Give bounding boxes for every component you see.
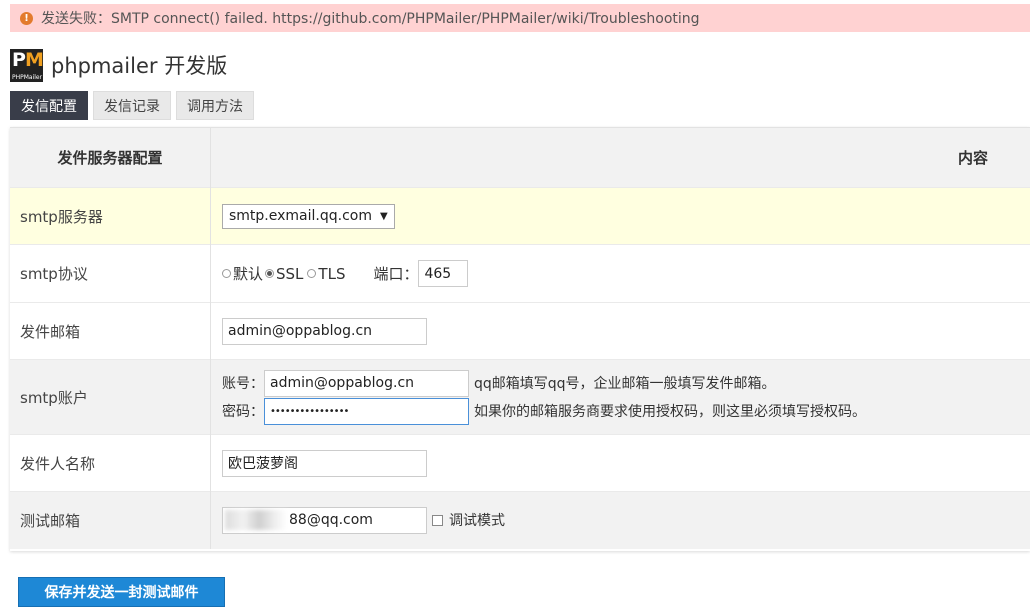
config-table: 发件服务器配置 内容 smtp服务器 smtp.exmail.qq.com ▼ … (10, 128, 1030, 549)
tab-bar: 发信配置 发信记录 调用方法 (10, 91, 259, 120)
username-label: 账号： (222, 376, 264, 392)
column-header-config: 发件服务器配置 (10, 128, 211, 188)
config-panel: 发件服务器配置 内容 smtp服务器 smtp.exmail.qq.com ▼ … (10, 127, 1030, 551)
password-hint: 如果你的邮箱服务商要求使用授权码，则这里必须填写授权码。 (474, 404, 866, 420)
radio-tls[interactable] (307, 269, 317, 278)
smtp-protocol-label: smtp协议 (10, 244, 211, 303)
radio-tls-label: TLS (318, 264, 346, 283)
page-header: PM PHPMailer phpmailer 开发版 (10, 48, 227, 82)
test-email-label: 测试邮箱 (10, 491, 211, 549)
username-hint: qq邮箱填写qq号，企业邮箱一般填写发件邮箱。 (474, 376, 776, 392)
error-alert: ! 发送失败：SMTP connect() failed. https://gi… (10, 4, 1030, 32)
debug-mode-checkbox[interactable] (432, 514, 443, 526)
test-email-input[interactable]: 88@qq.com (222, 506, 427, 534)
table-row-from-email: 发件邮箱 admin@oppablog.cn (10, 302, 1030, 360)
radio-default[interactable] (222, 269, 231, 278)
tab-send-log[interactable]: 发信记录 (93, 91, 171, 120)
table-row-server: smtp服务器 smtp.exmail.qq.com ▼ (10, 187, 1030, 245)
sender-name-label: 发件人名称 (10, 434, 211, 492)
tab-send-config[interactable]: 发信配置 (10, 91, 88, 120)
column-header-content: 内容 (210, 128, 1030, 188)
redacted-blur (225, 510, 287, 531)
sender-name-input[interactable]: 欧巴菠萝阁 (222, 449, 427, 477)
warning-circle-icon: ! (20, 11, 33, 25)
username-input[interactable]: admin@oppablog.cn (264, 369, 469, 397)
smtp-server-select[interactable]: smtp.exmail.qq.com ▼ (222, 203, 395, 229)
port-label: 端口： (373, 265, 419, 283)
password-label: 密码： (222, 404, 264, 420)
radio-default-label: 默认 (233, 265, 264, 283)
radio-ssl[interactable] (265, 269, 275, 278)
smtp-server-label: smtp服务器 (10, 187, 211, 245)
port-input[interactable]: 465 (418, 260, 469, 287)
smtp-account-label: smtp账户 (10, 359, 211, 435)
save-and-send-button[interactable]: 保存并发送一封测试邮件 (18, 577, 225, 607)
from-email-label: 发件邮箱 (10, 302, 211, 360)
table-row-sender-name: 发件人名称 欧巴菠萝阁 (10, 434, 1030, 492)
table-row-account: smtp账户 账号： admin@oppablog.cn qq邮箱填写qq号，企… (10, 359, 1030, 435)
page-title: phpmailer 开发版 (51, 54, 228, 78)
debug-mode-label: 调试模式 (449, 513, 505, 530)
table-row-test-email: 测试邮箱 88@qq.com 调试模式 (10, 491, 1030, 549)
alert-text: 发送失败：SMTP connect() failed. https://gith… (41, 11, 700, 27)
from-email-input[interactable]: admin@oppablog.cn (222, 317, 427, 345)
table-row-protocol: smtp协议 默认 SSL TLS 端口： 465 (10, 244, 1030, 303)
phpmailer-logo: PM PHPMailer (10, 48, 43, 82)
tab-usage[interactable]: 调用方法 (176, 91, 254, 120)
chevron-down-icon: ▼ (379, 210, 388, 222)
password-input[interactable]: •••••••••••••••• (264, 397, 469, 425)
radio-ssl-label: SSL (276, 264, 304, 283)
